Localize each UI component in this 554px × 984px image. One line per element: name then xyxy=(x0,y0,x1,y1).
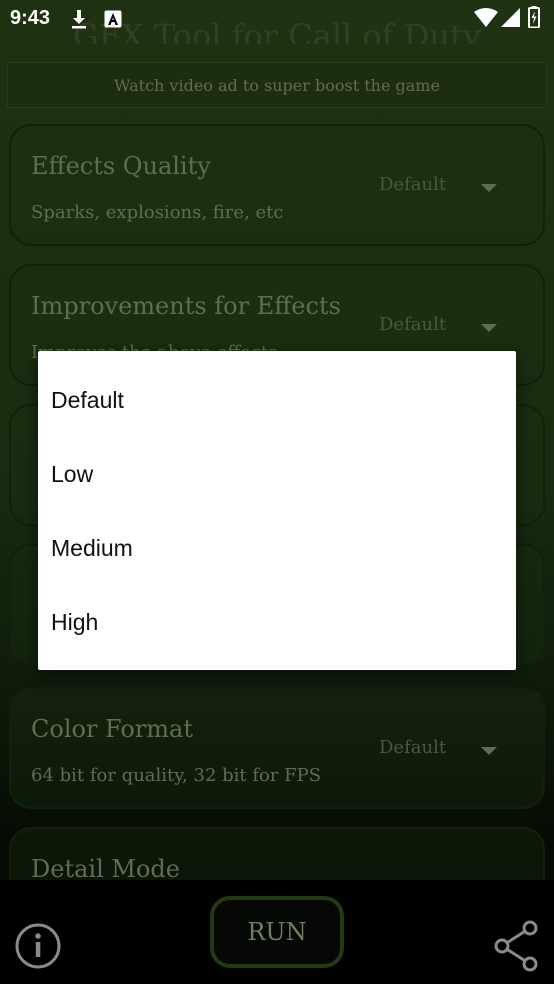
dropdown-option-high[interactable]: High xyxy=(38,585,516,659)
dropdown-option-low[interactable]: Low xyxy=(38,437,516,511)
wifi-icon xyxy=(474,8,498,34)
run-button[interactable]: RUN xyxy=(210,896,344,968)
dropdown-option-default[interactable]: Default xyxy=(38,363,516,437)
status-bar: 9:43 xyxy=(0,0,554,36)
info-icon[interactable] xyxy=(14,922,62,975)
signal-icon xyxy=(501,8,521,34)
share-icon[interactable] xyxy=(490,920,542,977)
a-notification-icon xyxy=(104,10,122,34)
battery-icon xyxy=(528,6,540,34)
status-time: 9:43 xyxy=(10,7,51,29)
download-icon xyxy=(70,9,88,35)
dropdown-menu: Default Low Medium High xyxy=(38,351,516,670)
dropdown-option-medium[interactable]: Medium xyxy=(38,511,516,585)
